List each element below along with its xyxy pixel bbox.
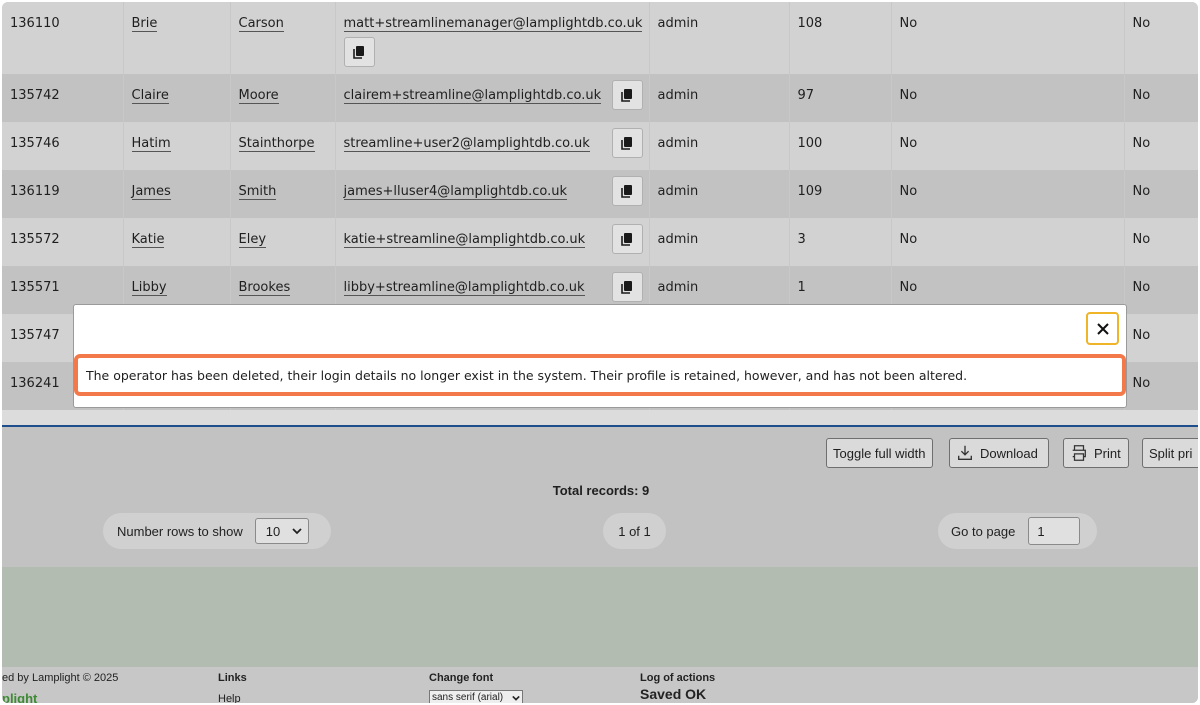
dialog-message: The operator has been deleted, their log…	[74, 354, 1126, 396]
dialog-message-text: The operator has been deleted, their log…	[86, 367, 968, 383]
close-icon	[1096, 322, 1109, 335]
close-dialog-button[interactable]	[1086, 312, 1119, 345]
